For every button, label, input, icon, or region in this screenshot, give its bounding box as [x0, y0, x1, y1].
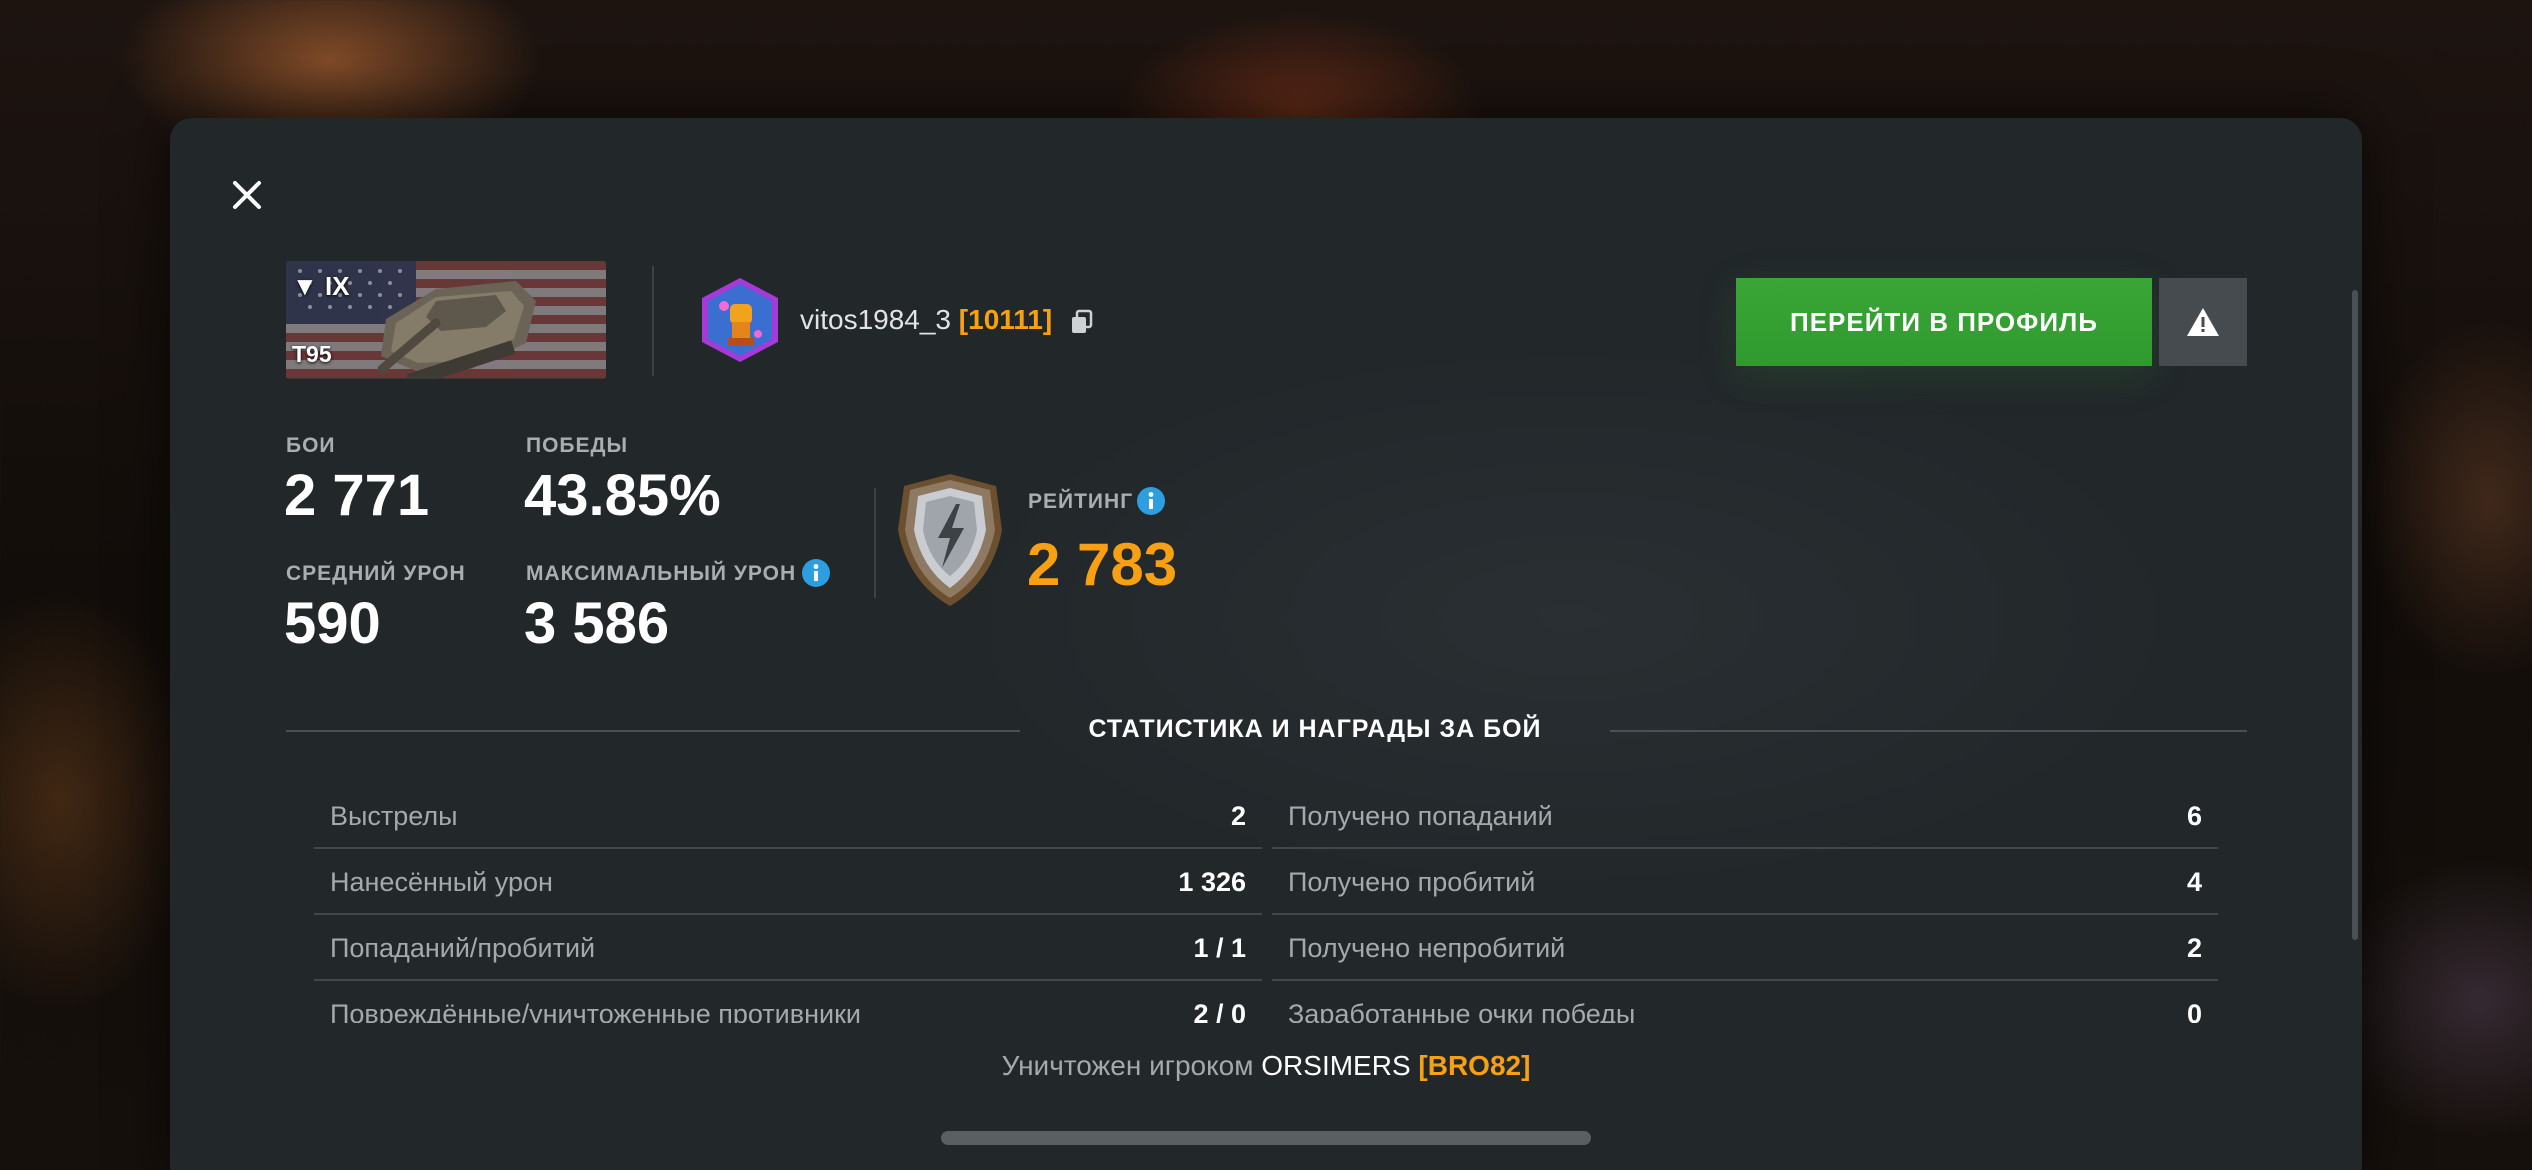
killed-by-line: Уничтожен игроком ORSIMERS [BRO82] — [170, 1050, 2362, 1082]
killed-by-prefix: Уничтожен игроком — [1001, 1050, 1254, 1081]
copy-icon[interactable] — [1070, 309, 1094, 335]
section-line-left — [286, 730, 1020, 732]
killer-clan-tag: [BRO82] — [1418, 1050, 1531, 1081]
table-row: Получено непробитий 2 — [1272, 915, 2218, 981]
avg-damage-label: СРЕДНИЙ УРОН — [286, 562, 466, 585]
table-row: Попаданий/пробитий 1 / 1 — [314, 915, 1262, 981]
go-to-profile-button[interactable]: ПЕРЕЙТИ В ПРОФИЛЬ — [1736, 278, 2152, 366]
row-value: 6 — [2186, 801, 2202, 831]
row-label: Заработанные очки победы — [1288, 999, 1636, 1023]
max-damage-value: 3 586 — [524, 591, 670, 656]
rating-value: 2 783 — [1027, 531, 1178, 598]
row-value: 2 / 0 — [1193, 999, 1246, 1023]
header-divider — [652, 266, 654, 376]
player-nickname: vitos1984_3 — [800, 304, 952, 335]
battle-stats-left: Выстрелы 2 Нанесённый урон 1 326 Попадан… — [314, 783, 1262, 1023]
row-label: Выстрелы — [330, 801, 458, 831]
row-value: 2 — [2186, 933, 2202, 963]
table-row: Выстрелы 2 — [314, 783, 1262, 849]
wins-label: ПОБЕДЫ — [526, 434, 629, 457]
player-clan-tag: [10111] — [958, 304, 1053, 335]
row-label: Попаданий/пробитий — [330, 933, 596, 963]
tank-tier: ▼ IX — [292, 271, 350, 301]
table-row: Заработанные очки победы 0 — [1272, 981, 2218, 1023]
table-row: Получено попаданий 6 — [1272, 783, 2218, 849]
row-value: 0 — [2186, 999, 2202, 1023]
fist-avatar-icon — [702, 278, 778, 362]
row-label: Получено пробитий — [1288, 867, 1536, 897]
home-indicator-bar[interactable] — [941, 1131, 1591, 1145]
rating-divider — [874, 488, 876, 598]
section-title: СТАТИСТИКА И НАГРАДЫ ЗА БОЙ — [1088, 715, 1542, 743]
row-label: Получено попаданий — [1288, 801, 1553, 831]
battles-label: БОИ — [286, 434, 336, 457]
player-stats-dialog: ▼ IX T95 vitos1984_3 [10111] ПЕРЕЙТИ В П… — [170, 118, 2362, 1170]
rating-info-icon[interactable] — [1136, 486, 1166, 516]
rating-label: РЕЙТИНГ — [1028, 490, 1134, 513]
tank-name: T95 — [292, 341, 332, 367]
report-button[interactable] — [2159, 278, 2247, 366]
rating-shield-icon — [898, 474, 1002, 606]
row-value: 1 / 1 — [1193, 933, 1246, 963]
warning-icon — [2187, 308, 2219, 336]
avg-damage-value: 590 — [284, 591, 381, 656]
section-line-right — [1610, 730, 2247, 732]
table-row: Повреждённые/уничтоженные противники 2 /… — [314, 981, 1262, 1023]
table-row: Получено пробитий 4 — [1272, 849, 2218, 915]
battles-value: 2 771 — [284, 463, 430, 528]
table-row: Нанесённый урон 1 326 — [314, 849, 1262, 915]
player-name: vitos1984_3 [10111] — [800, 304, 1052, 336]
tank-card: ▼ IX T95 — [286, 261, 606, 379]
max-damage-info-icon[interactable] — [801, 558, 831, 588]
killer-name[interactable]: ORSIMERS — [1261, 1050, 1410, 1081]
vertical-scrollbar[interactable] — [2352, 290, 2358, 940]
row-label: Получено непробитий — [1288, 933, 1566, 963]
close-icon[interactable] — [225, 173, 269, 217]
row-label: Повреждённые/уничтоженные противники — [330, 999, 861, 1023]
row-value: 2 — [1230, 801, 1246, 831]
battle-stats-right: Получено попаданий 6 Получено пробитий 4… — [1272, 783, 2218, 1023]
max-damage-label: МАКСИМАЛЬНЫЙ УРОН — [526, 562, 797, 585]
row-value: 4 — [2186, 867, 2202, 897]
row-label: Нанесённый урон — [330, 867, 553, 897]
wins-value: 43.85% — [524, 463, 721, 528]
row-value: 1 326 — [1178, 867, 1246, 897]
